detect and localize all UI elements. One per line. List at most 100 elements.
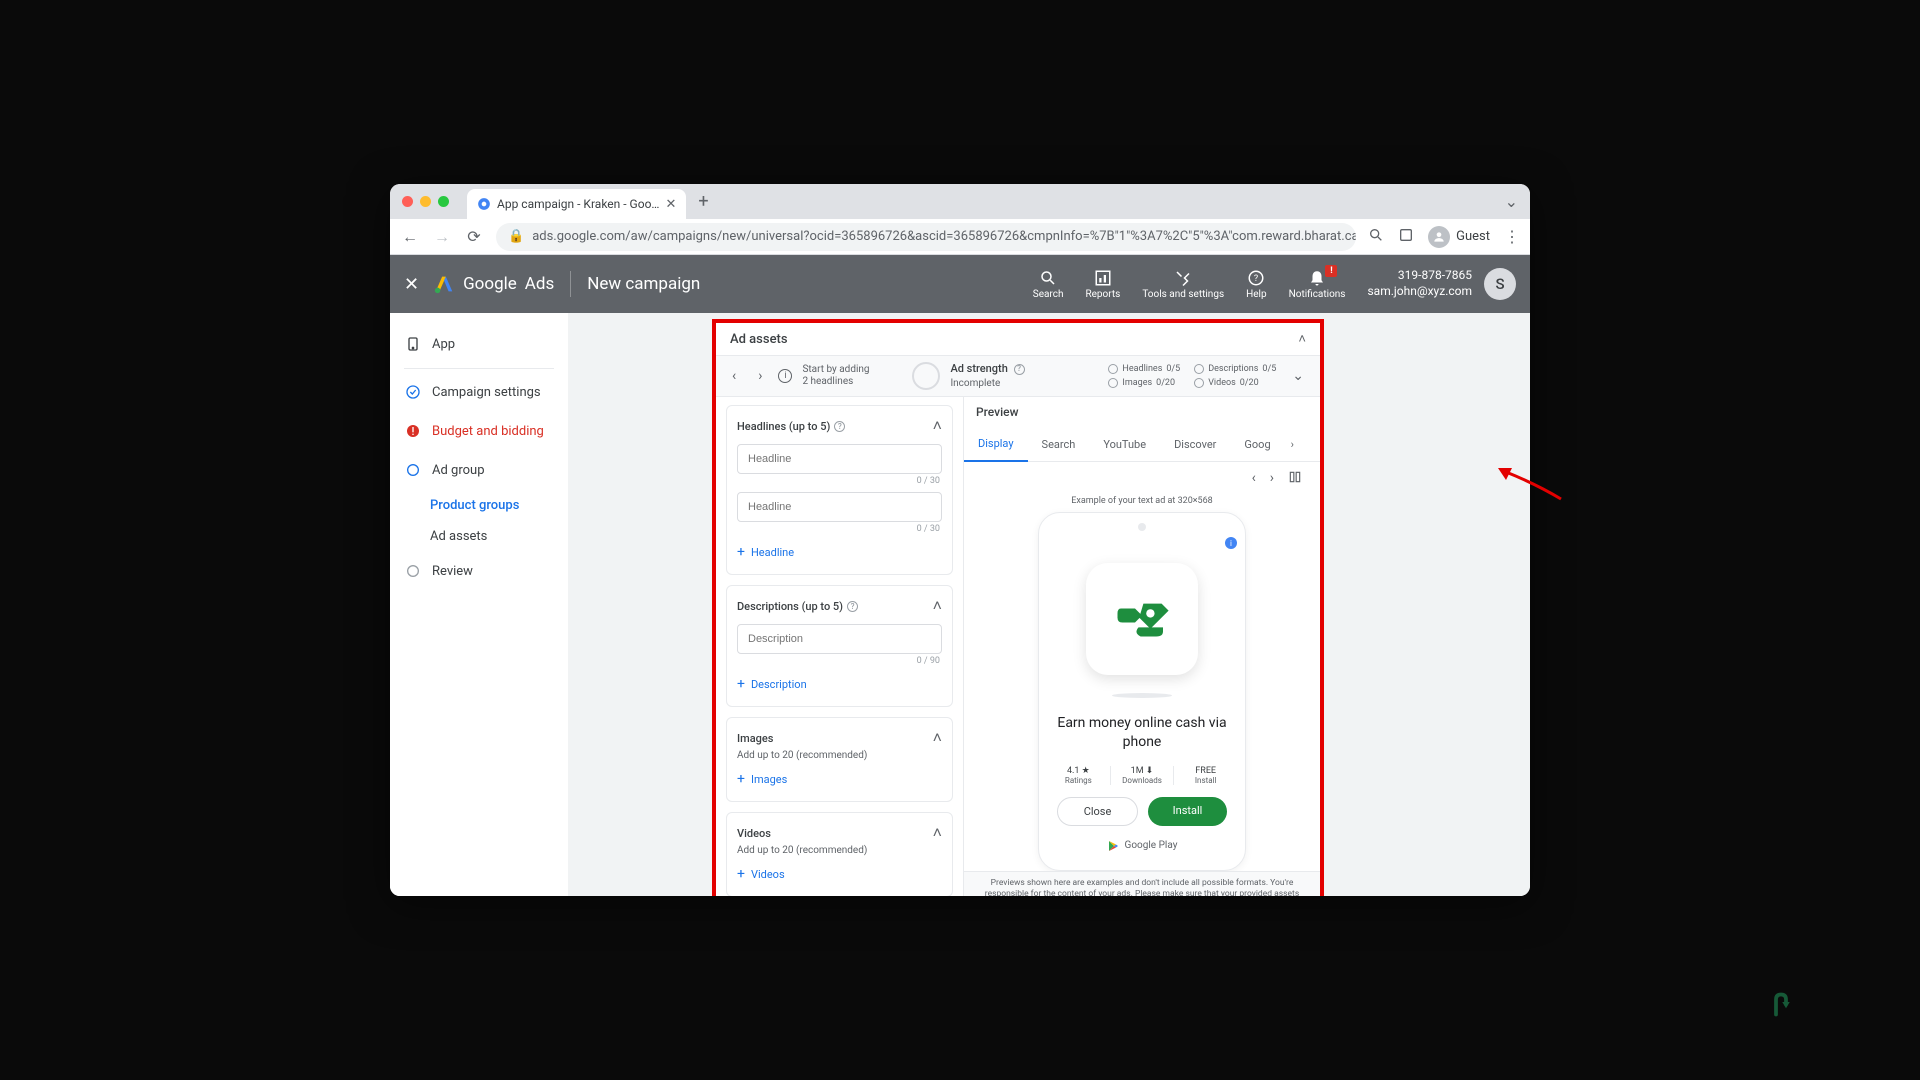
tabs-overflow-icon[interactable]: ⌄ <box>1505 192 1518 211</box>
nav-label: Tools and settings <box>1142 289 1224 300</box>
add-headline-button[interactable]: +Headline <box>737 540 942 564</box>
next-icon[interactable]: › <box>752 368 768 384</box>
close-icon[interactable]: ✕ <box>404 274 419 295</box>
char-counter: 0 / 90 <box>739 656 940 666</box>
add-description-button[interactable]: +Description <box>737 672 942 696</box>
free-label: Install <box>1184 776 1227 785</box>
window-controls[interactable] <box>402 196 449 207</box>
char-counter: 0 / 30 <box>739 524 940 534</box>
stats-row: 4.1 ★Ratings 1M ⬇Downloads FREEInstall <box>1047 766 1237 785</box>
page-title: New campaign <box>587 274 700 294</box>
expand-metrics-icon[interactable]: ⌄ <box>1286 368 1310 384</box>
info-icon[interactable]: i <box>778 369 792 383</box>
headline-input-1[interactable] <box>737 444 942 474</box>
tabs-next-icon[interactable]: › <box>1285 438 1300 451</box>
free-value: FREE <box>1184 766 1227 776</box>
tab-display[interactable]: Display <box>964 427 1028 462</box>
chevron-up-icon[interactable]: ˄ <box>933 416 942 436</box>
section-title: Descriptions (up to 5) <box>737 600 843 613</box>
close-window-icon[interactable] <box>402 196 413 207</box>
section-title: Images <box>737 732 773 745</box>
close-button[interactable]: Close <box>1057 797 1138 826</box>
reload-button[interactable]: ⟳ <box>464 227 484 246</box>
sidebar-item-review[interactable]: Review <box>390 552 568 591</box>
nav-label: Search <box>1033 289 1064 300</box>
nav-label: Help <box>1246 289 1266 300</box>
main: App Campaign settings Budget and bidding <box>390 313 1530 896</box>
preview-prev-icon[interactable]: ‹ <box>1252 470 1256 488</box>
google-play-brand: Google Play <box>1107 840 1178 852</box>
divider <box>570 271 571 297</box>
phone-notch <box>1138 523 1146 531</box>
ad-info-icon[interactable]: i <box>1225 537 1237 549</box>
headlines-section: Headlines (up to 5) ? ˄ 0 / 30 0 / 30 +H… <box>726 405 953 575</box>
metric-count: 0/20 <box>1240 378 1259 388</box>
back-button[interactable]: ← <box>400 227 420 247</box>
help-icon[interactable]: ? <box>834 421 845 432</box>
assets-column: Headlines (up to 5) ? ˄ 0 / 30 0 / 30 +H… <box>716 397 964 896</box>
headline-input-2[interactable] <box>737 492 942 522</box>
address-bar: ← → ⟳ 🔒 ads.google.com/aw/campaigns/new/… <box>390 219 1530 255</box>
chevron-up-icon[interactable]: ˄ <box>933 596 942 616</box>
radio-icon <box>404 461 422 479</box>
sidebar-label: Ad group <box>432 463 485 478</box>
guest-profile[interactable]: Guest <box>1428 226 1490 248</box>
minimize-window-icon[interactable] <box>420 196 431 207</box>
sidebar-sub-ad-assets[interactable]: Ad assets <box>390 521 568 552</box>
reports-nav[interactable]: Reports <box>1085 269 1120 300</box>
svg-text:?: ? <box>1254 274 1258 284</box>
preview-next-icon[interactable]: › <box>1270 470 1274 488</box>
play-label: Google Play <box>1125 840 1178 851</box>
browser-window: App campaign - Kraken - Goo… ✕ + ⌄ ← → ⟳… <box>390 184 1530 896</box>
metric-count: 0/5 <box>1166 364 1180 374</box>
help-nav[interactable]: ? Help <box>1246 269 1266 300</box>
kebab-menu-icon[interactable]: ⋮ <box>1504 227 1520 246</box>
notifications-nav[interactable]: ! Notifications <box>1289 269 1346 300</box>
prev-icon[interactable]: ‹ <box>726 368 742 384</box>
tab-google[interactable]: Goog <box>1230 428 1284 461</box>
forward-button[interactable]: → <box>432 227 452 247</box>
strength-label: Ad strength <box>950 362 1007 375</box>
check-icon <box>404 383 422 401</box>
url-box[interactable]: 🔒 ads.google.com/aw/campaigns/new/univer… <box>496 223 1356 251</box>
phone-preview: i Earn mone <box>1038 512 1246 871</box>
sidebar-item-adgroup[interactable]: Ad group <box>390 451 568 490</box>
sidebar: App Campaign settings Budget and bidding <box>390 313 568 896</box>
address-bar-actions: Guest ⋮ <box>1368 226 1520 248</box>
chevron-up-icon[interactable]: ˄ <box>933 728 942 748</box>
sidebar-sub-product-groups[interactable]: Product groups <box>390 490 568 521</box>
sidebar-label: App <box>432 337 455 352</box>
content: Ad assets ˄ ‹ › i Start by adding 2 head… <box>568 313 1530 896</box>
chevron-up-icon[interactable]: ˄ <box>933 823 942 843</box>
section-sub: Add up to 20 (recommended) <box>737 750 942 761</box>
help-icon[interactable]: ? <box>847 601 858 612</box>
install-button[interactable]: Install <box>1148 797 1227 826</box>
preview-disclaimer: Previews shown here are examples and don… <box>964 871 1320 896</box>
close-tab-icon[interactable]: ✕ <box>665 197 676 212</box>
maximize-window-icon[interactable] <box>438 196 449 207</box>
tab-discover[interactable]: Discover <box>1160 428 1230 461</box>
search-nav[interactable]: Search <box>1033 269 1064 300</box>
sidebar-item-settings[interactable]: Campaign settings <box>390 373 568 412</box>
preview-column: Preview Display Search YouTube Discover … <box>964 397 1320 896</box>
extensions-icon[interactable] <box>1398 227 1414 247</box>
hint-text: Start by adding 2 headlines <box>802 364 872 388</box>
sidebar-item-app[interactable]: App <box>390 325 568 364</box>
preview-grid-icon[interactable] <box>1288 470 1302 488</box>
new-tab-button[interactable]: + <box>694 191 712 212</box>
ad-assets-card: Ad assets ˄ ‹ › i Start by adding 2 head… <box>712 319 1324 896</box>
guest-label: Guest <box>1456 229 1490 244</box>
collapse-icon[interactable]: ˄ <box>1298 331 1306 347</box>
sidebar-item-budget[interactable]: Budget and bidding <box>390 412 568 451</box>
add-videos-button[interactable]: +Videos <box>737 862 942 886</box>
description-input[interactable] <box>737 624 942 654</box>
help-icon[interactable]: ? <box>1014 364 1025 375</box>
tab-search[interactable]: Search <box>1028 428 1090 461</box>
metric-label: Descriptions <box>1208 364 1258 374</box>
search-icon[interactable] <box>1368 227 1384 247</box>
browser-tab[interactable]: App campaign - Kraken - Goo… ✕ <box>467 189 686 219</box>
account-block[interactable]: 319-878-7865 sam.john@xyz.com S <box>1367 268 1516 300</box>
add-images-button[interactable]: +Images <box>737 767 942 791</box>
tab-youtube[interactable]: YouTube <box>1089 428 1160 461</box>
tools-nav[interactable]: Tools and settings <box>1142 269 1224 300</box>
